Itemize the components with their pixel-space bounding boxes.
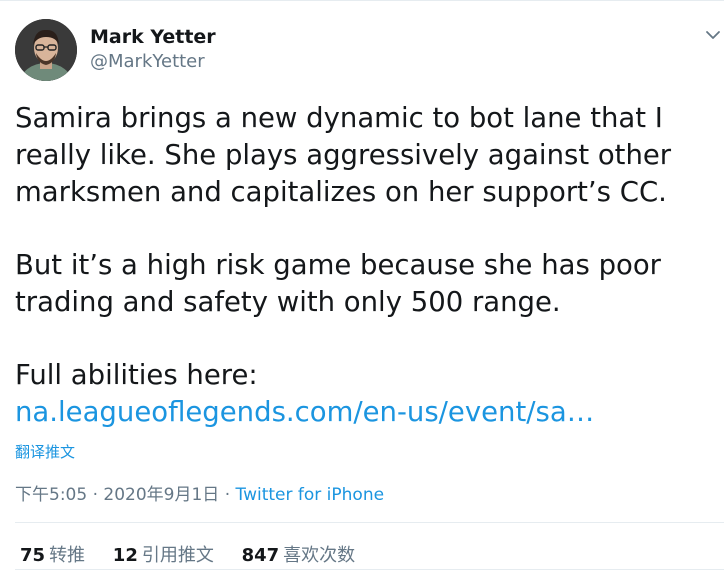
divider [15, 522, 724, 523]
quote-tweets-stat[interactable]: 12 引用推文 [113, 545, 214, 566]
meta-separator: · [219, 485, 236, 505]
stat-label: 转推 [49, 545, 86, 566]
profile-photo-icon [15, 19, 77, 81]
avatar[interactable] [15, 19, 77, 81]
chevron-down-icon[interactable] [702, 24, 724, 46]
author-handle[interactable]: @MarkYetter [90, 51, 205, 72]
stat-label: 喜欢次数 [283, 545, 356, 566]
tweet-card: Mark Yetter @MarkYetter Samira brings a … [0, 0, 724, 570]
stat-label: 引用推文 [141, 545, 214, 566]
stat-count: 847 [241, 545, 280, 566]
tweet-text: Samira brings a new dynamic to bot lane … [15, 100, 715, 431]
tweet-meta: 下午5:05 · 2020年9月1日 · Twitter for iPhone [15, 480, 384, 505]
top-border [0, 0, 724, 1]
retweets-stat[interactable]: 75 转推 [20, 545, 85, 566]
source-link[interactable]: Twitter for iPhone [236, 485, 385, 505]
stat-count: 12 [112, 545, 138, 566]
likes-stat[interactable]: 847 喜欢次数 [242, 545, 356, 566]
tweet-paragraph: Samira brings a new dynamic to bot lane … [15, 102, 672, 208]
stats-bar: 75 转推 12 引用推文 847 喜欢次数 [20, 541, 377, 567]
tweet-paragraph: Full abilities here: na.leagueoflegends.… [15, 357, 715, 431]
tweet-paragraph: But it’s a high risk game because she ha… [15, 249, 661, 318]
tweet-link[interactable]: na.leagueoflegends.com/en-us/event/sa… [15, 396, 594, 428]
timestamp[interactable]: 下午5:05 · 2020年9月1日 [15, 485, 219, 505]
tweet-paragraph-text: Full abilities here: [15, 359, 258, 391]
author-name[interactable]: Mark Yetter [90, 26, 216, 48]
translate-tweet-link[interactable]: 翻译推文 [15, 441, 75, 462]
stat-count: 75 [20, 545, 46, 566]
